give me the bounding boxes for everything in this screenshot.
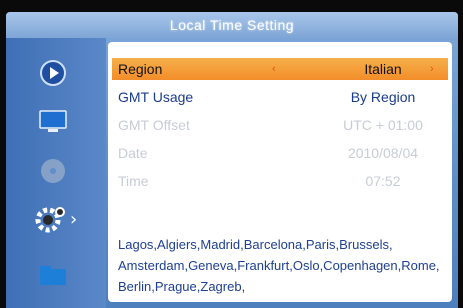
gmt-usage-value: By Region [350, 89, 416, 105]
monitor-icon[interactable] [36, 106, 70, 136]
date-value: 2010/08/04 [347, 145, 419, 161]
gmt-usage-row[interactable]: GMT Usage By Region [112, 86, 448, 108]
settings-panel: Region ‹ Italian › GMT Usage By Region G… [108, 42, 452, 302]
page-title: Local Time Setting [6, 12, 458, 38]
right-arrow-icon[interactable]: › [430, 58, 434, 80]
left-arrow-icon[interactable]: ‹ [272, 58, 276, 80]
gear-icon[interactable]: › [32, 204, 80, 234]
region-label: Region [118, 61, 163, 77]
gmt-usage-label: GMT Usage [118, 89, 194, 105]
gmt-offset-value: UTC + 01:00 [343, 117, 423, 133]
play-icon[interactable] [36, 58, 70, 88]
date-row: Date 2010/08/04 [112, 142, 448, 164]
gmt-offset-row: GMT Offset UTC + 01:00 [112, 114, 448, 136]
disc-icon[interactable] [36, 156, 70, 186]
date-label: Date [118, 145, 148, 161]
time-value: 07:52 [365, 173, 401, 189]
region-row[interactable]: Region ‹ Italian › [112, 58, 448, 80]
expand-arrow-icon: › [70, 209, 77, 230]
tv-screen: Local Time Setting › Region ‹ Italian › … [6, 12, 458, 308]
region-city-list: Lagos,​Algiers,​Madrid,​Barcelona,​Paris… [118, 237, 440, 294]
time-row: Time 07:52 [112, 170, 448, 192]
sidebar-menu: › [6, 38, 106, 308]
time-label: Time [118, 173, 149, 189]
gmt-offset-label: GMT Offset [118, 117, 190, 133]
folder-icon[interactable] [36, 260, 70, 290]
